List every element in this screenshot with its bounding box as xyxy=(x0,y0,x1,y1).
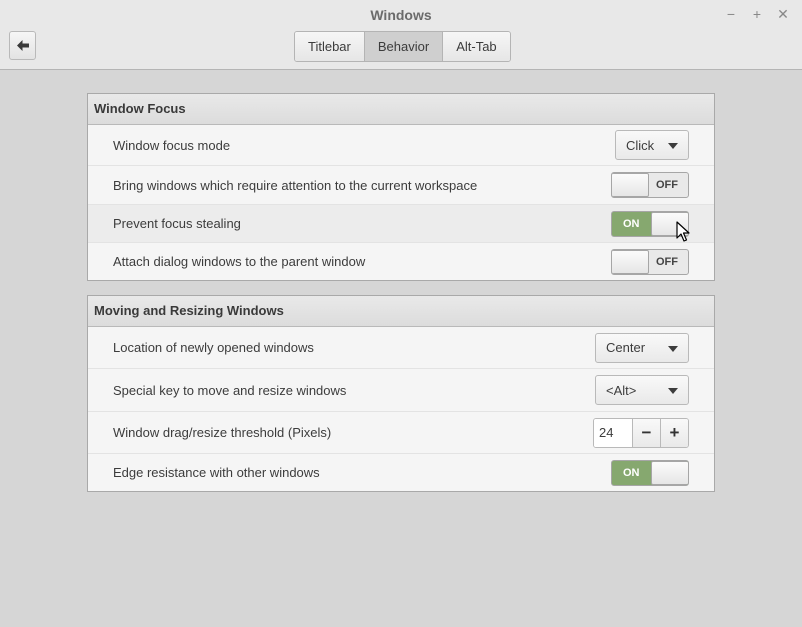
switch-state: OFF xyxy=(656,255,678,268)
attention-row: Bring windows which require attention to… xyxy=(88,166,714,205)
switch-knob xyxy=(612,173,649,197)
switch-state: ON xyxy=(623,466,640,479)
moving-resizing-section: Moving and Resizing Windows Location of … xyxy=(87,295,715,492)
attach-dialogs-switch[interactable]: OFF xyxy=(611,248,689,275)
threshold-input[interactable]: 24 xyxy=(594,418,633,447)
dropdown-arrow-icon xyxy=(668,388,678,394)
window-title: Windows xyxy=(370,7,432,23)
header-bar: Windows − + ✕ Titlebar Behavior Alt-Tab xyxy=(0,0,802,70)
decrement-button[interactable]: − xyxy=(633,418,661,447)
switch-knob xyxy=(612,249,649,274)
dropdown-arrow-icon xyxy=(668,143,678,149)
attention-switch[interactable]: OFF xyxy=(611,172,689,198)
focus-mode-row: Window focus mode Click xyxy=(88,125,714,166)
mouse-pointer-icon xyxy=(676,221,690,242)
window-controls: − + ✕ xyxy=(724,6,790,23)
tab-titlebar[interactable]: Titlebar xyxy=(295,32,365,61)
settings-window: Windows − + ✕ Titlebar Behavior Alt-Tab … xyxy=(0,0,802,627)
switch-state: OFF xyxy=(656,179,678,191)
focus-mode-dropdown[interactable]: Click xyxy=(615,130,689,160)
edge-resistance-row: Edge resistance with other windows ON xyxy=(88,454,714,491)
maximize-button[interactable]: + xyxy=(750,6,764,23)
tab-alt-tab[interactable]: Alt-Tab xyxy=(443,32,510,61)
tab-behavior[interactable]: Behavior xyxy=(364,32,444,61)
special-key-dropdown[interactable]: <Alt> xyxy=(595,375,689,405)
tab-bar: Titlebar Behavior Alt-Tab xyxy=(294,31,511,62)
increment-button[interactable]: + xyxy=(661,418,688,447)
location-dropdown[interactable]: Center xyxy=(595,332,689,363)
minimize-button[interactable]: − xyxy=(724,6,738,23)
location-row: Location of newly opened windows Center xyxy=(88,327,714,369)
switch-knob xyxy=(651,460,688,485)
switch-state: ON xyxy=(623,217,640,230)
dropdown-arrow-icon xyxy=(668,345,678,352)
window-focus-section: Window Focus Window focus mode Click Bri… xyxy=(87,93,715,281)
dropdown-value: Click xyxy=(626,137,655,153)
close-button[interactable]: ✕ xyxy=(776,6,790,23)
section-title: Moving and Resizing Windows xyxy=(88,296,714,327)
back-button[interactable] xyxy=(9,31,36,60)
back-arrow-icon xyxy=(16,40,29,51)
special-key-row: Special key to move and resize windows <… xyxy=(88,369,714,412)
section-title: Window Focus xyxy=(88,94,714,125)
dropdown-value: <Alt> xyxy=(606,382,637,398)
prevent-stealing-row: Prevent focus stealing ON xyxy=(88,205,714,243)
attach-dialogs-row: Attach dialog windows to the parent wind… xyxy=(88,243,714,280)
threshold-spinbutton: 24 − + xyxy=(593,417,689,448)
dropdown-value: Center xyxy=(606,340,646,355)
threshold-row: Window drag/resize threshold (Pixels) 24… xyxy=(88,412,714,454)
edge-resistance-switch[interactable]: ON xyxy=(611,459,689,486)
